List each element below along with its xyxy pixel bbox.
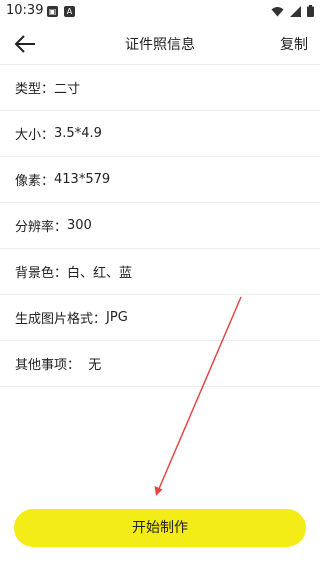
info-row-pixels: 像素： 413*579 bbox=[0, 157, 320, 203]
photo-info-list: 类型： 二寸 大小： 3.5*4.9 像素： 413*579 分辨率： 300 背景色：… bbox=[0, 65, 320, 387]
page-title: 证件照信息 bbox=[125, 37, 195, 53]
back-arrow-icon bbox=[14, 35, 35, 53]
signal-icon bbox=[290, 5, 301, 17]
status-bar: 10:39 ▣ A bbox=[0, 0, 320, 24]
status-notification-icons: ▣ A bbox=[47, 6, 75, 17]
info-value: 二寸 bbox=[54, 82, 81, 97]
info-value: 无 bbox=[80, 358, 102, 373]
app-bar: 证件照信息 复制 bbox=[0, 24, 320, 65]
info-row-other: 其他事项： 无 bbox=[0, 341, 320, 387]
battery-icon bbox=[307, 5, 314, 17]
status-time: 10:39 bbox=[6, 3, 44, 18]
image-icon: ▣ bbox=[47, 6, 58, 17]
info-label: 类型： bbox=[15, 82, 55, 97]
status-system-icons bbox=[271, 5, 314, 17]
info-label: 像素： bbox=[15, 174, 55, 189]
info-value: JPG bbox=[106, 310, 128, 325]
info-value: 300 bbox=[67, 218, 92, 233]
info-value: 白、红、蓝 bbox=[67, 266, 133, 281]
info-label: 背景色： bbox=[15, 266, 68, 281]
info-value: 413*579 bbox=[54, 172, 111, 187]
back-button[interactable] bbox=[12, 32, 38, 56]
info-row-size: 大小： 3.5*4.9 bbox=[0, 111, 320, 157]
info-row-type: 类型： 二寸 bbox=[0, 65, 320, 111]
start-making-button[interactable]: 开始制作 bbox=[14, 509, 306, 547]
info-value: 3.5*4.9 bbox=[54, 126, 102, 141]
copy-button[interactable]: 复制 bbox=[280, 34, 308, 54]
info-label: 分辨率： bbox=[15, 220, 68, 235]
info-row-background: 背景色： 白、红、蓝 bbox=[0, 249, 320, 295]
a-icon: A bbox=[64, 6, 75, 17]
wifi-icon bbox=[271, 6, 284, 16]
info-row-format: 生成图片格式： JPG bbox=[0, 295, 320, 341]
info-label: 生成图片格式： bbox=[15, 312, 107, 327]
info-label: 其他事项： bbox=[15, 358, 81, 373]
info-label: 大小： bbox=[15, 128, 55, 143]
info-row-resolution: 分辨率： 300 bbox=[0, 203, 320, 249]
